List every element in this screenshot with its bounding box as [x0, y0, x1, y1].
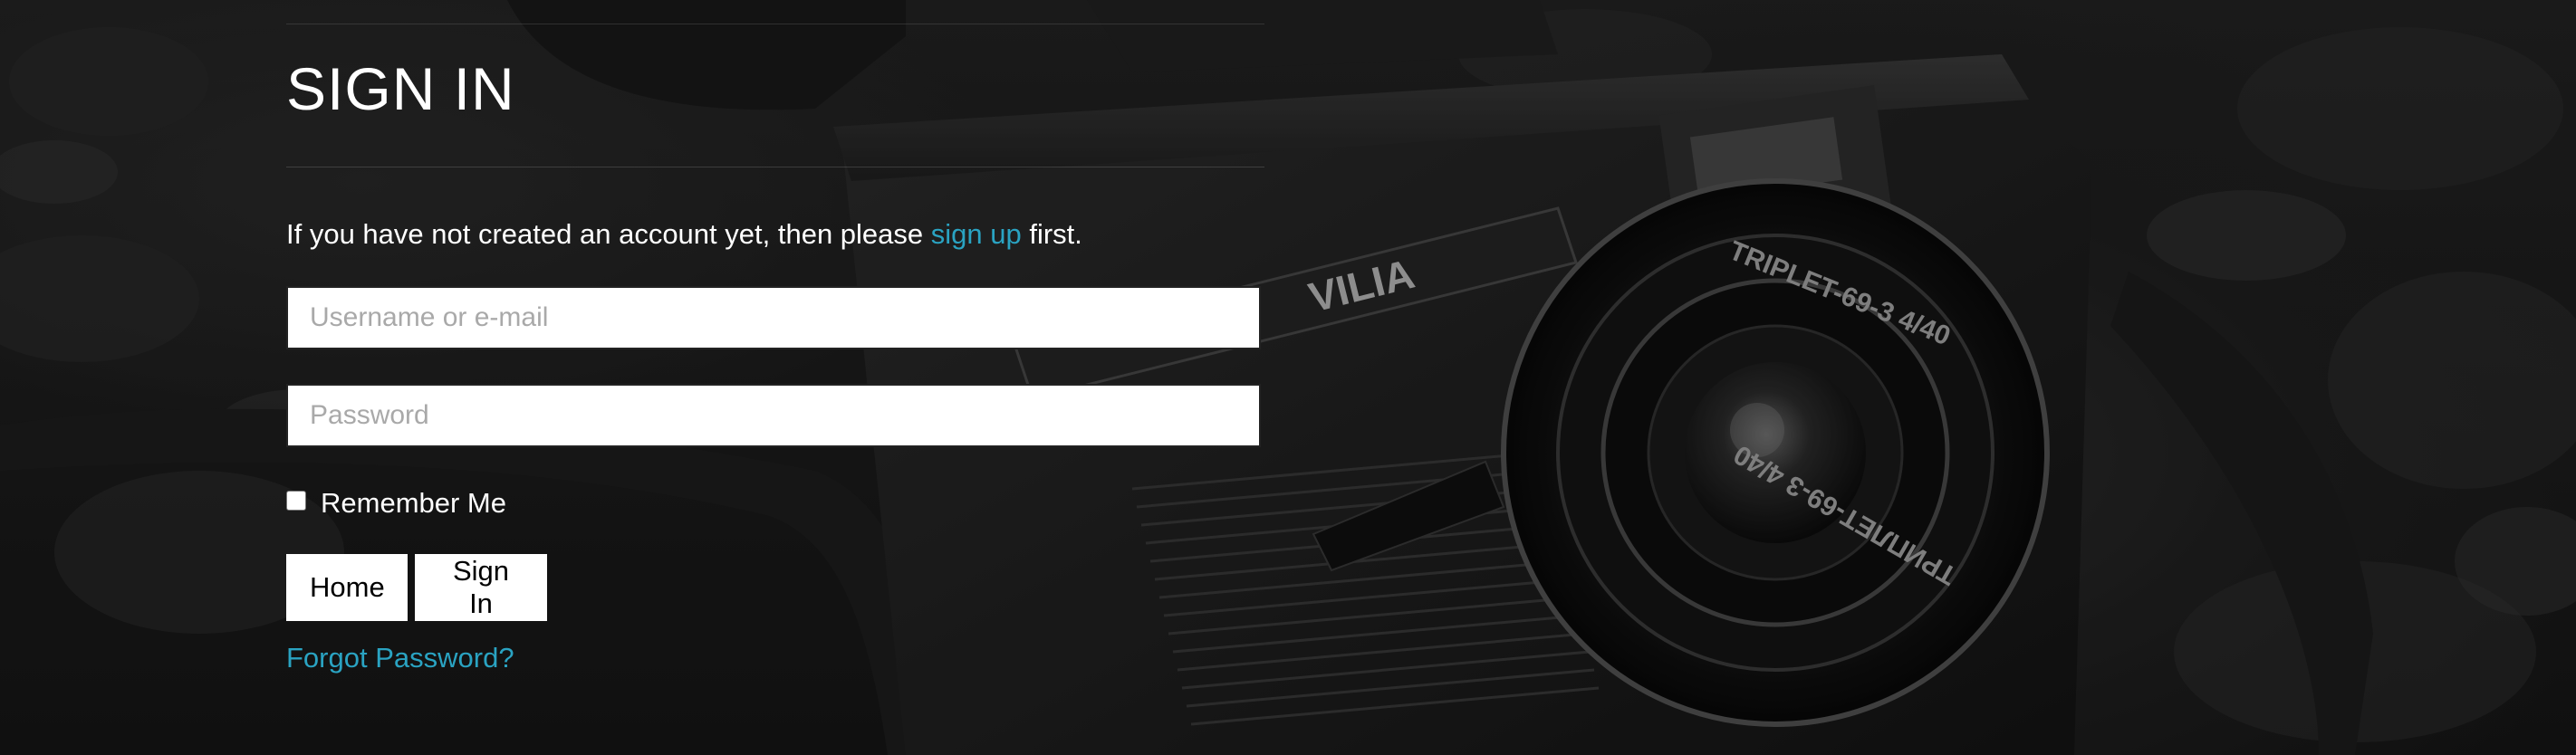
page-title: SIGN IN: [286, 55, 515, 122]
sign-up-link[interactable]: sign up: [931, 218, 1022, 250]
intro-text-before: If you have not created an account yet, …: [286, 218, 931, 250]
username-input[interactable]: [286, 286, 1261, 349]
remember-me-control[interactable]: Remember Me: [286, 483, 506, 523]
remember-me-label: Remember Me: [321, 487, 506, 519]
intro-text-after: first.: [1021, 218, 1082, 250]
remember-me-checkbox[interactable]: [286, 491, 306, 511]
forgot-password-link[interactable]: Forgot Password?: [286, 639, 514, 677]
page-background: VILIA TRIPLET-69-3 4/40 ТРИПЛЕТ-69-3 4/4…: [0, 0, 2576, 755]
password-input[interactable]: [286, 384, 1261, 447]
intro-text: If you have not created an account yet, …: [286, 214, 1082, 255]
home-button[interactable]: Home: [286, 554, 408, 621]
sign-in-button[interactable]: Sign In: [415, 554, 547, 621]
